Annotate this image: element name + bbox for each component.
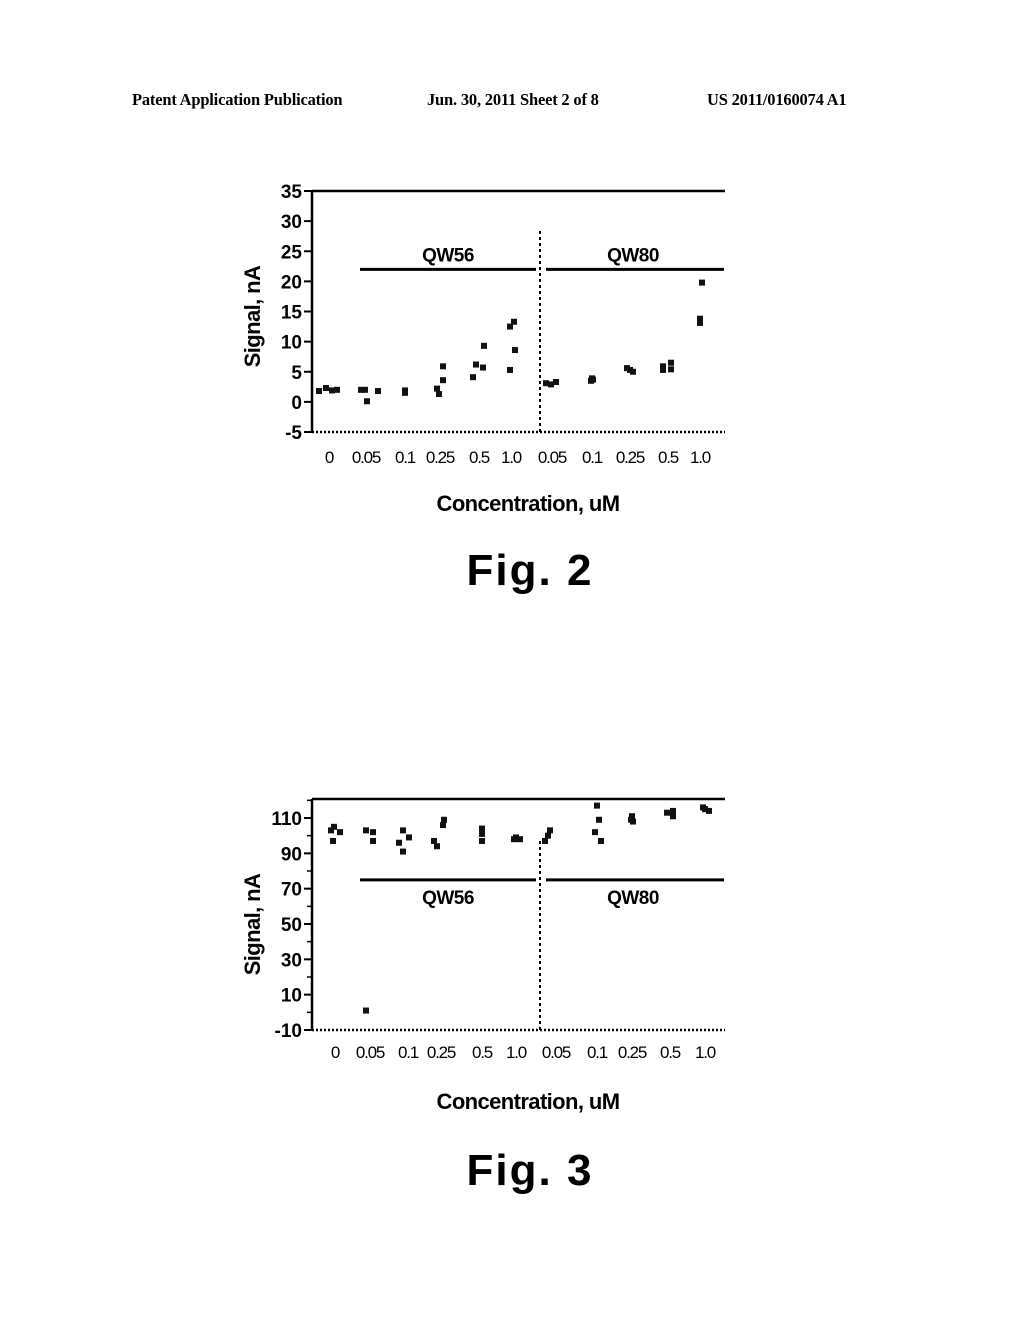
- data-point: [479, 830, 485, 837]
- x-tick-label: 0.1: [398, 1043, 419, 1062]
- y-tick-label: 70: [281, 880, 302, 901]
- data-point: [592, 829, 598, 836]
- x-tick-label: 0.5: [660, 1043, 681, 1062]
- data-point: [670, 813, 676, 820]
- data-point: [396, 839, 402, 846]
- data-point: [598, 837, 604, 844]
- x-tick-label: 1.0: [695, 1043, 716, 1062]
- figure-caption: Fig. 3: [467, 1146, 594, 1195]
- y-tick-label: 90: [281, 844, 302, 865]
- data-point: [363, 827, 369, 834]
- x-tick-label: 0.5: [472, 1043, 493, 1062]
- x-tick-label: 0.25: [427, 1043, 456, 1062]
- data-point: [670, 807, 676, 814]
- data-point: [479, 837, 485, 844]
- y-tick-label: 10: [281, 986, 302, 1007]
- data-point: [547, 827, 553, 834]
- x-tick-label: 1.0: [506, 1043, 527, 1062]
- y-tick-label: -10: [275, 1021, 302, 1042]
- data-point: [629, 813, 635, 820]
- data-point: [431, 837, 437, 844]
- x-tick-label: 0: [331, 1043, 340, 1062]
- x-tick-label: 0.05: [542, 1043, 571, 1062]
- x-tick-label: 0.25: [618, 1043, 647, 1062]
- data-point: [337, 829, 343, 836]
- data-point: [330, 837, 336, 844]
- x-tick-label: 0.1: [587, 1043, 608, 1062]
- data-point: [542, 837, 548, 844]
- x-axis-title: Concentration, uM: [437, 1089, 620, 1114]
- y-tick-label: 110: [271, 809, 302, 830]
- data-point: [630, 818, 636, 825]
- x-tick-label: 0.05: [356, 1043, 385, 1062]
- y-tick-label: 50: [281, 915, 302, 936]
- data-point: [406, 834, 412, 841]
- group-label-qw80: QW80: [607, 888, 659, 909]
- data-point: [440, 822, 446, 829]
- data-point: [594, 802, 600, 809]
- data-point: [545, 832, 551, 839]
- data-point: [434, 843, 440, 850]
- figure-3-chart: 110 90 70 50 30 10 -10 0 0.05 0.1 0.25 0.5 1.0 0.05 0.…: [240, 797, 725, 1195]
- data-point: [370, 837, 376, 844]
- y-axis-title: Signal, nA: [240, 873, 265, 975]
- y-tick-label: 30: [281, 950, 302, 971]
- data-point: [370, 829, 376, 836]
- data-point: [596, 816, 602, 823]
- data-point: [517, 836, 523, 843]
- data-point: [363, 1007, 369, 1014]
- data-point: [400, 827, 406, 834]
- data-point: [479, 825, 485, 832]
- data-point: [400, 848, 406, 855]
- data-point: [706, 807, 712, 814]
- group-label-qw56: QW56: [422, 888, 474, 909]
- data-point: [441, 816, 447, 823]
- data-point: [664, 809, 670, 816]
- data-point: [331, 823, 337, 830]
